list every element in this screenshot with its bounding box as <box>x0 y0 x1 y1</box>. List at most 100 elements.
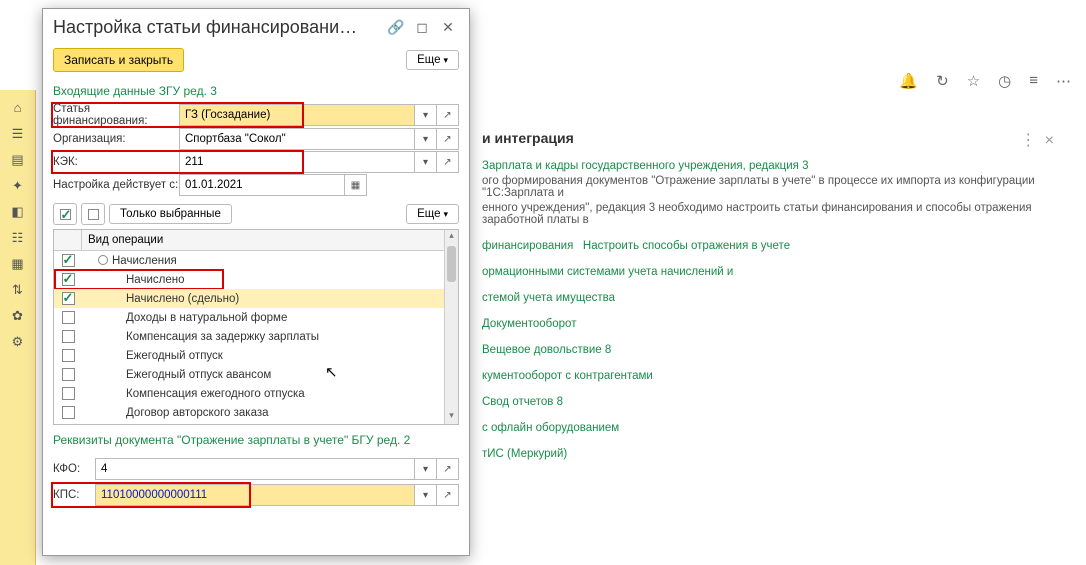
dropdown-icon[interactable]: ▾ <box>415 104 437 126</box>
section-requisites: Реквизиты документа "Отражение зарплаты … <box>43 425 469 451</box>
scrollbar[interactable]: ▴ ▾ <box>444 230 458 424</box>
table-row[interactable]: Договор авторского заказа <box>54 403 444 422</box>
kps-input[interactable] <box>95 484 415 506</box>
home-icon[interactable]: ⌂ <box>6 100 30 120</box>
dropdown-icon[interactable]: ▾ <box>415 458 437 480</box>
close-icon[interactable]: ✕ <box>437 18 459 38</box>
checkbox[interactable] <box>62 311 75 324</box>
uncheck-all-button[interactable] <box>81 203 105 225</box>
link-docflow[interactable]: Документооборот <box>482 318 576 330</box>
table-row[interactable]: Доходы в натуральной форме <box>54 308 444 327</box>
open-ref-icon[interactable]: ↗ <box>437 458 459 480</box>
page-more-icon[interactable]: ⋮ × <box>1020 130 1056 150</box>
menu-icon[interactable]: ≡ <box>1029 72 1038 90</box>
row-label: Доходы в натуральной форме <box>126 312 287 324</box>
checkbox[interactable] <box>62 387 75 400</box>
nav-icon-7[interactable]: ⇅ <box>6 282 30 302</box>
table-row[interactable]: Начислено (сдельно) <box>54 289 444 308</box>
date-label: Настройка действует с: <box>53 179 179 191</box>
dropdown-icon[interactable]: ▾ <box>415 128 437 150</box>
checkbox[interactable] <box>62 406 75 419</box>
nav-icon-9[interactable]: ⚙ <box>6 334 30 354</box>
only-selected-button[interactable]: Только выбранные <box>109 204 232 224</box>
article-label: Статья финансирования: <box>53 103 179 127</box>
checkbox[interactable] <box>62 273 75 286</box>
article-input[interactable] <box>179 104 415 126</box>
table-row[interactable]: Компенсация за задержку зарплаты <box>54 327 444 346</box>
save-close-button[interactable]: Записать и закрыть <box>53 48 184 72</box>
nav-icon-2[interactable]: ▤ <box>6 152 30 172</box>
link-supply[interactable]: Вещевое довольствие 8 <box>482 344 611 356</box>
more-icon[interactable]: ⋯ <box>1056 72 1071 90</box>
nav-icon-8[interactable]: ✿ <box>6 308 30 328</box>
dropdown-icon[interactable]: ▾ <box>415 151 437 173</box>
nav-icon-3[interactable]: ✦ <box>6 178 30 198</box>
date-input[interactable] <box>179 174 345 196</box>
chevron-down-icon: ▾ <box>443 209 448 220</box>
nav-icon[interactable]: ☰ <box>6 126 30 146</box>
kek-input[interactable] <box>179 151 415 173</box>
kek-label: КЭК: <box>53 156 179 168</box>
table-row[interactable]: Ежегодный отпуск авансом <box>54 365 444 384</box>
grid-more-button[interactable]: Еще▾ <box>406 204 459 224</box>
checkbox[interactable] <box>62 254 75 267</box>
operations-grid: Вид операции Начисления Начислено Начислен… <box>53 229 459 425</box>
scroll-thumb[interactable] <box>447 246 456 282</box>
star-icon[interactable]: ☆ <box>967 72 980 90</box>
link-offline[interactable]: с офлайн оборудованием <box>482 422 619 434</box>
nav-icon-4[interactable]: ◧ <box>6 204 30 224</box>
bell-icon[interactable]: 🔔 <box>899 72 918 90</box>
dropdown-icon[interactable]: ▾ <box>415 484 437 506</box>
row-label: Ежегодный отпуск авансом <box>126 369 271 381</box>
nav-icon-6[interactable]: ▦ <box>6 256 30 276</box>
link-info-systems[interactable]: ормационными системами учета начислений … <box>482 266 733 278</box>
checkbox[interactable] <box>62 349 75 362</box>
checkbox[interactable] <box>62 292 75 305</box>
chevron-down-icon: ▾ <box>443 55 448 66</box>
link-reports[interactable]: Свод отчетов 8 <box>482 396 563 408</box>
link-reflection[interactable]: Настроить способы отражения в учете <box>583 240 790 252</box>
collapse-icon[interactable] <box>98 255 108 265</box>
link-financing[interactable]: финансирования <box>482 240 573 252</box>
link-config-name[interactable]: Зарплата и кадры государственного учрежд… <box>482 160 809 172</box>
checkbox[interactable] <box>62 330 75 343</box>
link-property[interactable]: стемой учета имущества <box>482 292 615 304</box>
open-ref-icon[interactable]: ↗ <box>437 151 459 173</box>
row-label: Начисления <box>112 255 177 267</box>
dialog-finance-article: Настройка статьи финансировани… 🔗 ◻ ✕ За… <box>42 8 470 556</box>
table-row[interactable]: Начисления <box>54 251 444 270</box>
kps-label: КПС: <box>53 489 95 501</box>
table-row[interactable]: Ежегодный отпуск <box>54 346 444 365</box>
org-label: Организация: <box>53 133 179 145</box>
dialog-title: Настройка статьи финансировани… <box>53 17 381 38</box>
open-ref-icon[interactable]: ↗ <box>437 128 459 150</box>
checkbox[interactable] <box>62 368 75 381</box>
row-label: Ежегодный отпуск <box>126 350 223 362</box>
row-label: Начислено (сдельно) <box>126 293 239 305</box>
row-label: Договор авторского заказа <box>126 407 269 419</box>
section-incoming: Входящие данные ЗГУ ред. 3 <box>43 82 469 102</box>
clock-icon[interactable]: ◷ <box>998 72 1011 90</box>
history-icon[interactable]: ↻ <box>936 72 949 90</box>
scroll-up-icon[interactable]: ▴ <box>445 230 458 244</box>
maximize-icon[interactable]: ◻ <box>411 18 433 38</box>
kfo-input[interactable] <box>95 458 415 480</box>
grid-header-label: Вид операции <box>82 230 444 250</box>
more-button[interactable]: Еще▾ <box>406 50 459 70</box>
open-ref-icon[interactable]: ↗ <box>437 484 459 506</box>
table-row[interactable]: Начислено <box>54 270 444 289</box>
open-ref-icon[interactable]: ↗ <box>437 104 459 126</box>
scroll-down-icon[interactable]: ▾ <box>445 410 458 424</box>
check-all-button[interactable] <box>53 203 77 225</box>
row-label: Компенсация за задержку зарплаты <box>126 331 319 343</box>
row-label: Начислено <box>126 274 184 286</box>
nav-icon-5[interactable]: ☷ <box>6 230 30 250</box>
link-icon[interactable]: 🔗 <box>385 18 407 38</box>
row-label: Компенсация ежегодного отпуска <box>126 388 305 400</box>
grid-header-check <box>54 230 82 250</box>
link-mercury[interactable]: тИС (Меркурий) <box>482 448 567 460</box>
calendar-icon[interactable]: ▦ <box>345 174 367 196</box>
org-input[interactable] <box>179 128 415 150</box>
table-row[interactable]: Компенсация ежегодного отпуска <box>54 384 444 403</box>
link-docflow-contr[interactable]: кументооборот с контрагентами <box>482 370 653 382</box>
